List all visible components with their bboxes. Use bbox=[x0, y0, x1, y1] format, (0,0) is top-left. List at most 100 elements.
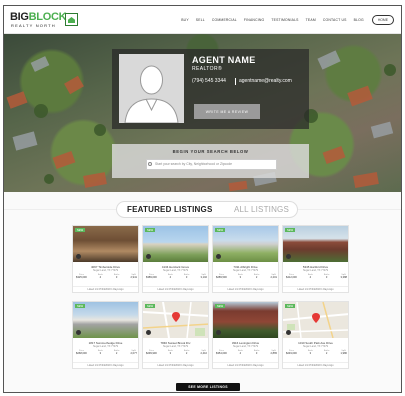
listing-sqft: 2,410 bbox=[200, 352, 207, 355]
house-roof bbox=[12, 131, 38, 151]
location-pin-icon bbox=[216, 330, 221, 335]
new-badge: NEW bbox=[75, 228, 86, 233]
house-roof bbox=[317, 50, 341, 70]
person-silhouette-icon bbox=[124, 65, 179, 123]
listing-sqft: 2,941 bbox=[130, 276, 137, 279]
browser-frame: BIGBLOCK REALTY NORTH BUY SELL COMMERCIA… bbox=[3, 5, 402, 393]
listing-baths: 3 bbox=[325, 276, 328, 279]
location-pin-icon bbox=[146, 330, 151, 335]
listing-baths: 2 bbox=[255, 276, 258, 279]
nav-contact-us[interactable]: CONTACT US bbox=[323, 18, 347, 22]
listing-sqft: 2,865 bbox=[270, 352, 277, 355]
listing-stats: Price $299,900 Beds 3 Baths 2 SqFt 2,410 bbox=[146, 350, 207, 358]
agent-avatar bbox=[119, 54, 184, 123]
new-badge: NEW bbox=[75, 304, 86, 309]
logo[interactable]: BIGBLOCK REALTY NORTH bbox=[10, 12, 88, 29]
nav-testimonials[interactable]: TESTIMONIALS bbox=[271, 18, 298, 22]
house-roof bbox=[347, 85, 373, 107]
listed-date: Listed 1/1 07/04/2018 1 Days Ago bbox=[283, 286, 348, 291]
site-header: BIGBLOCK REALTY NORTH BUY SELL COMMERCIA… bbox=[4, 6, 401, 34]
logo-wordmark: BIGBLOCK bbox=[10, 11, 67, 23]
location-pin-icon bbox=[146, 254, 151, 259]
agent-phone[interactable]: (794) 545 3344 bbox=[192, 78, 226, 84]
listed-date: Listed 1/1 07/04/2018 1 Days Ago bbox=[213, 286, 278, 291]
house-logo-icon bbox=[65, 13, 78, 26]
listed-date: Listed 1/1 07/04/2018 1 Days Ago bbox=[143, 286, 208, 291]
listing-baths: 3 bbox=[255, 352, 258, 355]
listing-city: Sugar Land, TX 77479 bbox=[232, 345, 259, 348]
tree bbox=[44, 174, 54, 184]
search-input[interactable]: Start your search by City, Neighborhood … bbox=[146, 159, 277, 170]
location-pin-icon bbox=[76, 330, 81, 335]
see-more-listings-button[interactable]: SEE MORE LISTINGS bbox=[176, 383, 240, 391]
search-icon bbox=[148, 162, 152, 166]
new-badge: NEW bbox=[145, 228, 156, 233]
hero-aerial-image: AGENT NAME REALTOR® (794) 545 3344 agent… bbox=[4, 34, 401, 192]
house-roof bbox=[52, 150, 76, 170]
listing-city: Sugar Land, TX 77479 bbox=[92, 269, 119, 272]
logo-tagline: REALTY NORTH bbox=[11, 23, 56, 28]
listing-baths: 2 bbox=[115, 352, 118, 355]
listing-beds: 3 bbox=[239, 276, 242, 279]
listing-city: Sugar Land, TX 77479 bbox=[302, 269, 329, 272]
nav-team[interactable]: TEAM bbox=[306, 18, 316, 22]
listing-card[interactable]: NEW 4134 Hemlock Grove Sugar Land, TX 77… bbox=[142, 225, 209, 293]
house-roof bbox=[30, 56, 50, 72]
listed-date: Listed 1/1 07/04/2018 1 Days Ago bbox=[73, 286, 138, 291]
listing-price: $354,000 bbox=[216, 352, 227, 355]
listing-city: Sugar Land, TX 77479 bbox=[92, 345, 119, 348]
write-review-button[interactable]: WRITE ME A REVIEW bbox=[194, 104, 260, 119]
listing-price: $268,000 bbox=[76, 352, 87, 355]
listing-sqft: 2,077 bbox=[130, 352, 137, 355]
listing-card[interactable]: NEW 1010 South Park Ave Drive Sugar Land… bbox=[282, 301, 349, 369]
listing-card[interactable]: NEW 7311 Albright Drive Sugar Land, TX 7… bbox=[212, 225, 279, 293]
listing-card[interactable]: NEW 1817 Summerhedge Drive Sugar Land, T… bbox=[72, 301, 139, 369]
nav-sell[interactable]: SELL bbox=[196, 18, 205, 22]
tab-featured-listings[interactable]: FEATURED LISTINGS bbox=[127, 205, 212, 214]
new-badge: NEW bbox=[215, 304, 226, 309]
house-roof bbox=[83, 172, 107, 188]
listing-city: Sugar Land, TX 77479 bbox=[302, 345, 329, 348]
nav-financing[interactable]: FINANCING bbox=[244, 18, 264, 22]
listing-stats: Price $325,000 Beds 4 Baths 3 SqFt 2,941 bbox=[76, 274, 137, 282]
listing-stats: Price $354,000 Beds 4 Baths 3 SqFt 2,865 bbox=[216, 350, 277, 358]
listing-card[interactable]: NEW 3316 Lexington Drive Sugar Land, TX … bbox=[212, 301, 279, 369]
listing-stats: Price $389,000 Beds 4 Baths 3 SqFt 3,102 bbox=[146, 274, 207, 282]
new-badge: NEW bbox=[145, 304, 156, 309]
listing-price: $249,000 bbox=[286, 352, 297, 355]
listing-card[interactable]: NEW 4067 Timberside Drive Sugar Land, TX… bbox=[72, 225, 139, 293]
agent-email[interactable]: agentname@realty.com bbox=[239, 78, 292, 84]
nav-commercial[interactable]: COMMERCIAL bbox=[212, 18, 237, 22]
nav-home-button[interactable]: HOME bbox=[371, 15, 394, 25]
house-roof bbox=[64, 75, 84, 95]
listing-price: $325,000 bbox=[76, 276, 87, 279]
nav-blog[interactable]: BLOG bbox=[354, 18, 364, 22]
listing-price: $299,900 bbox=[146, 352, 157, 355]
new-badge: NEW bbox=[215, 228, 226, 233]
location-pin-icon bbox=[286, 254, 291, 259]
new-badge: NEW bbox=[285, 228, 296, 233]
listing-city: Sugar Land, TX 77479 bbox=[232, 269, 259, 272]
agent-title: REALTOR® bbox=[192, 66, 223, 72]
house-roof bbox=[6, 91, 28, 109]
nav-buy[interactable]: BUY bbox=[181, 18, 189, 22]
listed-date: Listed 1/1 07/04/2018 1 Days Ago bbox=[213, 362, 278, 367]
listing-beds: 4 bbox=[309, 276, 312, 279]
listing-beds: 4 bbox=[239, 352, 242, 355]
listing-baths: 2 bbox=[185, 352, 188, 355]
listing-beds: 3 bbox=[169, 352, 172, 355]
listing-price: $412,000 bbox=[286, 276, 297, 279]
house-roof bbox=[322, 145, 346, 165]
listing-city: Sugar Land, TX 77479 bbox=[162, 345, 189, 348]
tab-all-listings[interactable]: ALL LISTINGS bbox=[234, 205, 289, 214]
listing-baths: 2 bbox=[325, 352, 328, 355]
house-roof bbox=[228, 180, 248, 192]
tree bbox=[94, 124, 106, 136]
listing-card[interactable]: NEW 5345 Hartford Drive Sugar Land, TX 7… bbox=[282, 225, 349, 293]
listing-beds: 4 bbox=[99, 276, 102, 279]
listing-beds: 4 bbox=[169, 276, 172, 279]
listing-card[interactable]: NEW 7846 Sunset Brook Drv Sugar Land, TX… bbox=[142, 301, 209, 369]
tree bbox=[34, 104, 48, 118]
search-panel: BEGIN YOUR SEARCH BELOW Start your searc… bbox=[112, 144, 309, 178]
house-roof bbox=[353, 172, 379, 188]
